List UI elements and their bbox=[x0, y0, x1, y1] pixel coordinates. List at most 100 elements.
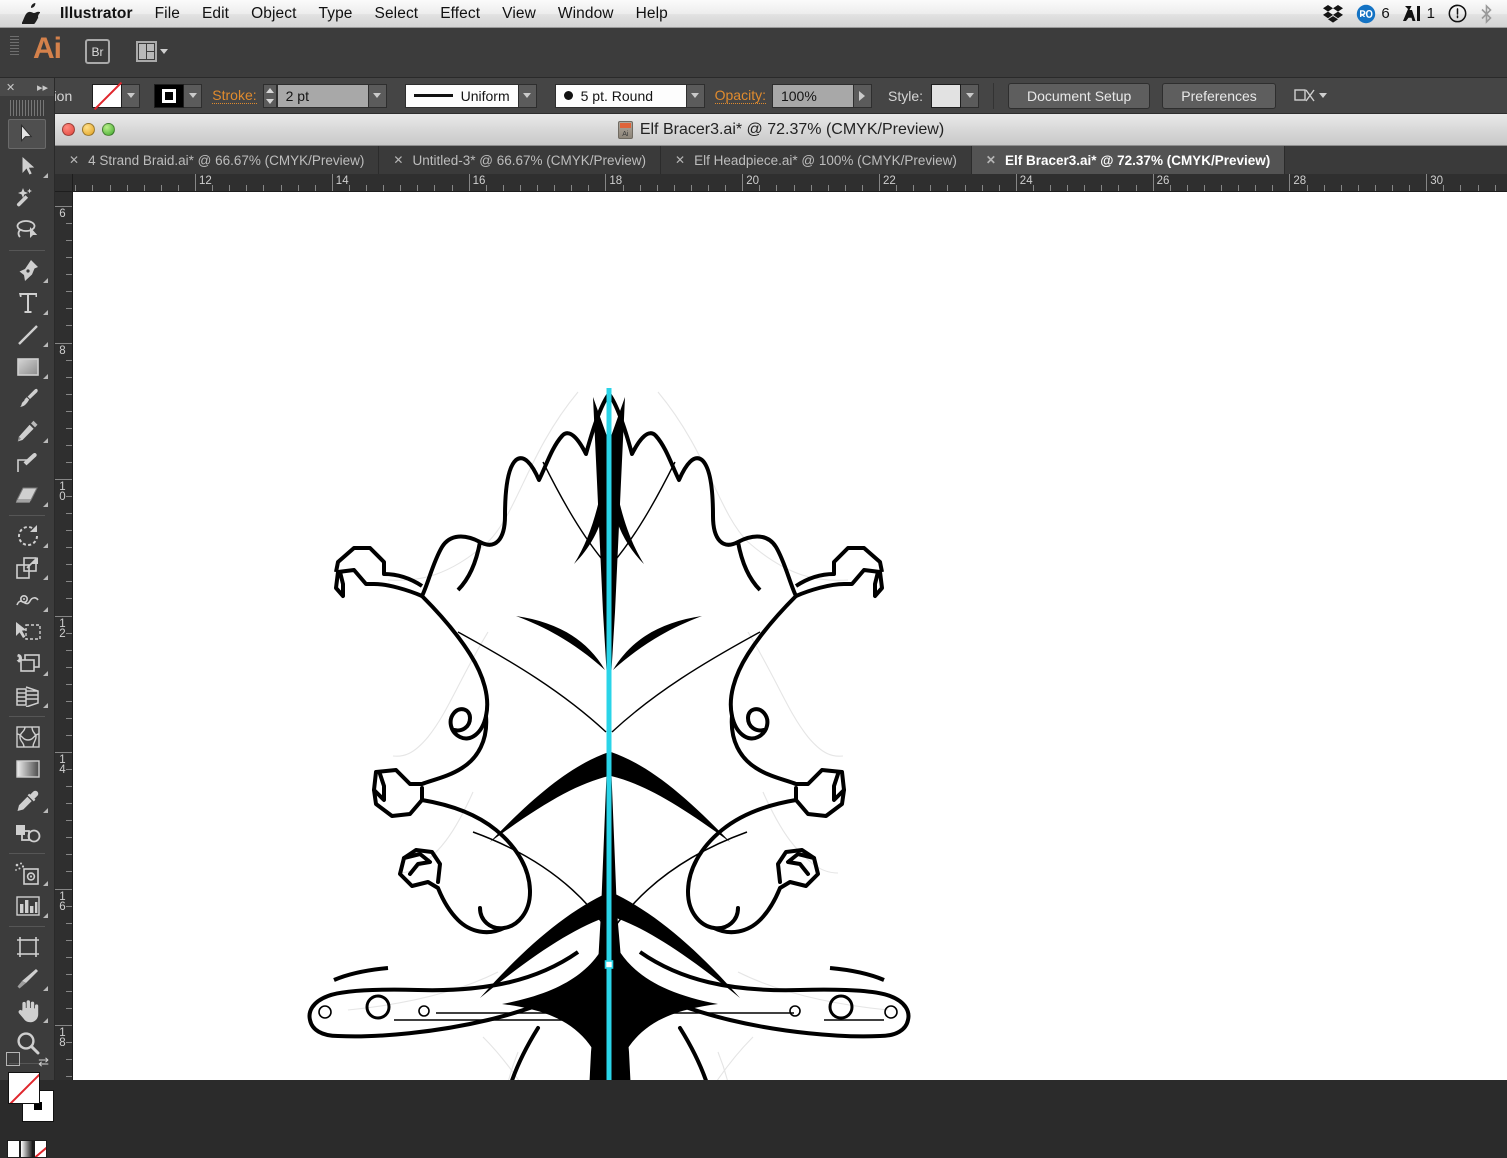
menu-item-object[interactable]: Object bbox=[251, 5, 296, 23]
bridge-button[interactable]: Br bbox=[85, 39, 110, 64]
magic-wand-tool[interactable] bbox=[0, 182, 55, 214]
direct-selection-tool[interactable] bbox=[0, 150, 55, 182]
width-tool[interactable] bbox=[0, 584, 55, 616]
menu-app-name[interactable]: Illustrator bbox=[60, 5, 133, 23]
stroke-weight-input[interactable]: 2 pt bbox=[276, 83, 369, 108]
menu-item-help[interactable]: Help bbox=[636, 5, 668, 23]
stroke-weight-label[interactable]: Stroke: bbox=[212, 87, 257, 104]
menu-item-edit[interactable]: Edit bbox=[202, 5, 229, 23]
tab-4-strand-braid[interactable]: ✕ 4 Strand Braid.ai* @ 66.67% (CMYK/Prev… bbox=[55, 146, 380, 174]
tab-elf-headpiece[interactable]: ✕ Elf Headpiece.ai* @ 100% (CMYK/Preview… bbox=[661, 146, 972, 174]
perspective-grid-tool[interactable] bbox=[0, 680, 55, 712]
toolpanel-fill-swatch-none[interactable] bbox=[8, 1072, 40, 1104]
vertical-ruler[interactable]: 6 8 10 12 14 16 18 bbox=[55, 192, 73, 1080]
rotate-tool[interactable] bbox=[0, 520, 55, 552]
stroke-profile-select[interactable]: Uniform bbox=[404, 83, 519, 108]
shape-builder-tool[interactable] bbox=[0, 648, 55, 680]
artboard-tool[interactable] bbox=[0, 931, 55, 963]
menubar-bluetooth[interactable] bbox=[1480, 3, 1493, 24]
pencil-tool[interactable] bbox=[0, 415, 55, 447]
menubar-adobe-app[interactable]: 1 bbox=[1402, 4, 1435, 23]
tool-flyout-indicator[interactable] bbox=[43, 374, 48, 379]
stroke-profile-dropdown[interactable] bbox=[518, 83, 537, 108]
selection-tool[interactable] bbox=[0, 118, 55, 150]
free-transform-tool[interactable] bbox=[0, 616, 55, 648]
fill-swatch-dropdown[interactable] bbox=[122, 83, 141, 108]
menubar-dropbox[interactable] bbox=[1323, 4, 1344, 23]
brush-select[interactable]: 5 pt. Round bbox=[554, 83, 687, 108]
scale-tool[interactable] bbox=[0, 552, 55, 584]
tool-flyout-indicator[interactable] bbox=[43, 607, 48, 612]
mesh-tool[interactable] bbox=[0, 721, 55, 753]
color-button[interactable] bbox=[7, 1140, 21, 1158]
tools-panel-grip[interactable] bbox=[10, 100, 44, 116]
menubar-time-machine[interactable] bbox=[1448, 4, 1467, 23]
artboard-canvas[interactable] bbox=[73, 192, 1507, 1080]
column-graph-tool[interactable] bbox=[0, 890, 55, 922]
opacity-popup-button[interactable] bbox=[853, 83, 872, 108]
opacity-label[interactable]: Opacity: bbox=[714, 87, 766, 104]
gradient-button[interactable] bbox=[20, 1140, 34, 1158]
stroke-swatch-group[interactable] bbox=[154, 83, 203, 108]
horizontal-ruler[interactable]: 12 14 16 18 20 22 24 26 28 30 bbox=[55, 174, 1507, 192]
opacity-input[interactable]: 100% bbox=[771, 83, 854, 108]
document-titlebar[interactable]: Ai Elf Bracer3.ai* @ 72.37% (CMYK/Previe… bbox=[55, 114, 1507, 146]
line-segment-tool[interactable] bbox=[0, 319, 55, 351]
tool-flyout-indicator[interactable] bbox=[43, 986, 48, 991]
tool-flyout-indicator[interactable] bbox=[43, 543, 48, 548]
tool-flyout-indicator[interactable] bbox=[43, 808, 48, 813]
menubar-creative-cloud[interactable]: 6 bbox=[1356, 4, 1390, 24]
ruler-corner[interactable] bbox=[55, 174, 73, 192]
tool-flyout-indicator[interactable] bbox=[43, 1018, 48, 1023]
minimize-button[interactable] bbox=[82, 123, 95, 136]
tool-flyout-indicator[interactable] bbox=[43, 913, 48, 918]
eraser-tool[interactable] bbox=[0, 479, 55, 511]
brush-dropdown[interactable] bbox=[686, 83, 705, 108]
menu-item-file[interactable]: File bbox=[155, 5, 180, 23]
menu-item-type[interactable]: Type bbox=[319, 5, 353, 23]
tool-flyout-indicator[interactable] bbox=[43, 671, 48, 676]
align-chevron-down-icon[interactable] bbox=[1318, 93, 1327, 98]
appbar-grip[interactable] bbox=[10, 36, 19, 55]
align-to-pixel-group[interactable] bbox=[1294, 87, 1327, 105]
blend-tool[interactable] bbox=[0, 817, 55, 849]
tool-flyout-indicator[interactable] bbox=[43, 310, 48, 315]
tools-panel-header[interactable]: ✕ ▸▸ bbox=[0, 78, 54, 96]
hand-tool[interactable] bbox=[0, 995, 55, 1027]
tool-flyout-indicator[interactable] bbox=[43, 575, 48, 580]
elf-bracer-leaf-vector[interactable] bbox=[73, 192, 1507, 1080]
rectangle-tool[interactable] bbox=[0, 351, 55, 383]
tab-close-icon[interactable]: ✕ bbox=[69, 153, 79, 167]
tab-elf-bracer3[interactable]: ✕ Elf Bracer3.ai* @ 72.37% (CMYK/Preview… bbox=[971, 146, 1286, 174]
eyedropper-tool[interactable] bbox=[0, 785, 55, 817]
symbol-sprayer-tool[interactable] bbox=[0, 858, 55, 890]
stroke-weight-dropdown[interactable] bbox=[368, 83, 387, 108]
menu-item-effect[interactable]: Effect bbox=[440, 5, 480, 23]
blob-brush-tool[interactable] bbox=[0, 447, 55, 479]
tool-flyout-indicator[interactable] bbox=[43, 502, 48, 507]
paintbrush-tool[interactable] bbox=[0, 383, 55, 415]
tab-close-icon[interactable]: ✕ bbox=[986, 153, 996, 167]
workspace-switcher[interactable] bbox=[136, 40, 168, 63]
tool-flyout-indicator[interactable] bbox=[43, 173, 48, 178]
gradient-tool[interactable] bbox=[0, 753, 55, 785]
tab-close-icon[interactable]: ✕ bbox=[393, 153, 403, 167]
tab-untitled-3[interactable]: ✕ Untitled-3* @ 66.67% (CMYK/Preview) bbox=[379, 146, 661, 174]
tool-flyout-indicator[interactable] bbox=[43, 278, 48, 283]
pen-tool[interactable] bbox=[0, 255, 55, 287]
tool-flyout-indicator[interactable] bbox=[43, 703, 48, 708]
tool-flyout-indicator[interactable] bbox=[43, 881, 48, 886]
stroke-swatch-dropdown[interactable] bbox=[184, 83, 203, 108]
tool-flyout-indicator[interactable] bbox=[43, 438, 48, 443]
fill-swatch-group[interactable] bbox=[92, 83, 141, 108]
tool-flyout-indicator[interactable] bbox=[43, 342, 48, 347]
zoom-button[interactable] bbox=[102, 123, 115, 136]
stroke-weight-stepper[interactable] bbox=[262, 83, 277, 108]
graphic-style-swatch[interactable] bbox=[931, 83, 961, 108]
none-button[interactable] bbox=[33, 1140, 47, 1158]
close-button[interactable] bbox=[62, 123, 75, 136]
close-icon[interactable]: ✕ bbox=[6, 81, 15, 94]
type-tool[interactable] bbox=[0, 287, 55, 319]
lasso-tool[interactable] bbox=[0, 214, 55, 246]
menu-item-window[interactable]: Window bbox=[558, 5, 614, 23]
